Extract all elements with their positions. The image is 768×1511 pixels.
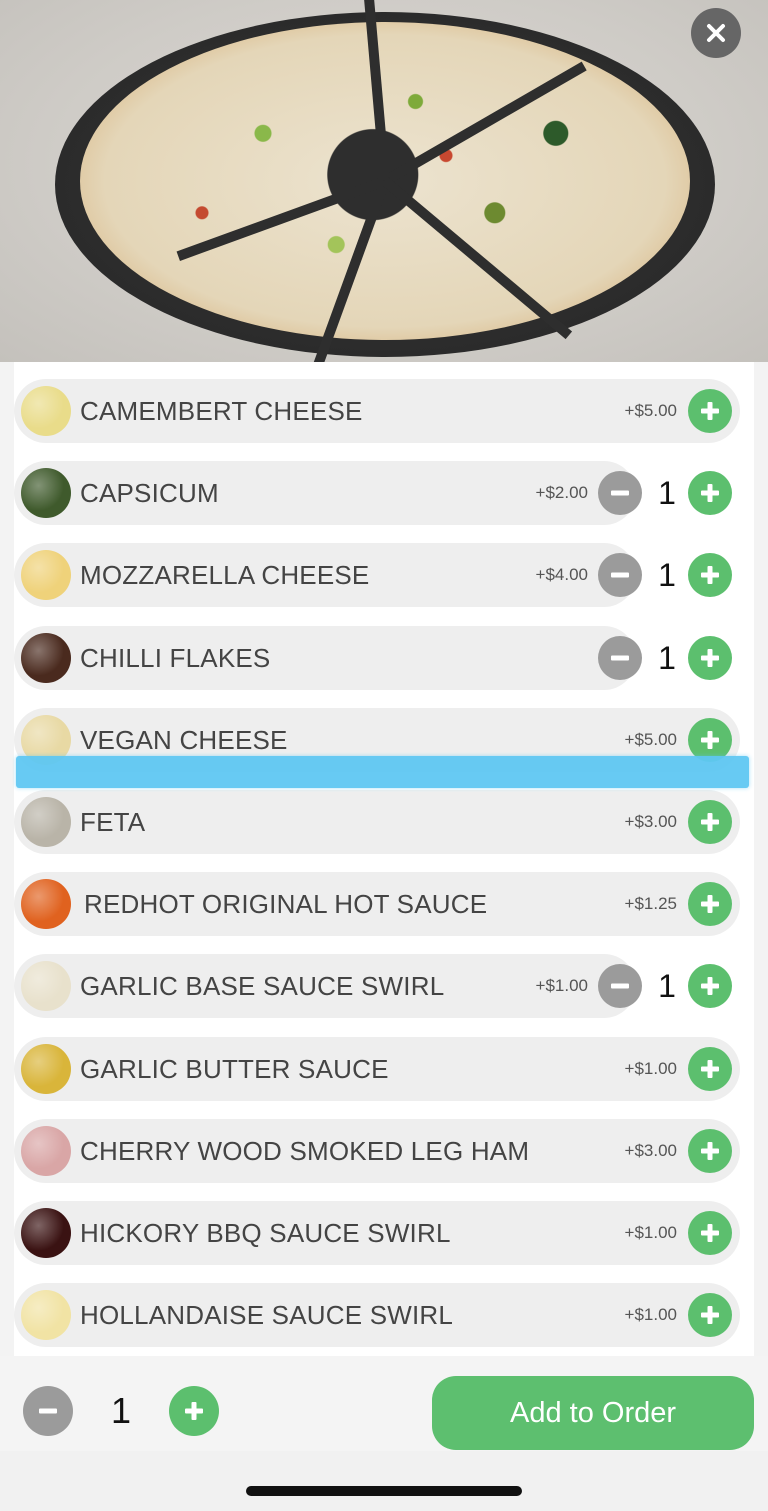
product-image bbox=[0, 0, 768, 362]
add-extra-button[interactable] bbox=[688, 636, 732, 680]
extra-item-thumbnail bbox=[21, 1126, 71, 1176]
extra-item-quantity: 1 bbox=[658, 968, 676, 1004]
extra-item-quantity: 1 bbox=[658, 640, 676, 676]
extra-item-name: CAPSICUM bbox=[80, 478, 219, 508]
plus-icon bbox=[701, 1306, 719, 1324]
extra-item-name: FETA bbox=[80, 807, 146, 837]
extra-item-thumbnail bbox=[21, 1044, 71, 1094]
extra-item-name: CAMEMBERT CHEESE bbox=[80, 396, 363, 426]
extra-item-price: +$1.00 bbox=[624, 1305, 677, 1324]
home-indicator-area bbox=[0, 1451, 768, 1511]
extra-item-name: HICKORY BBQ SAUCE SWIRL bbox=[80, 1218, 451, 1248]
plus-icon bbox=[701, 1142, 719, 1160]
add-extra-button[interactable] bbox=[688, 1047, 732, 1091]
minus-icon bbox=[611, 655, 629, 661]
extra-item-thumbnail bbox=[21, 961, 71, 1011]
extra-item-row: GARLIC BUTTER SAUCE +$1.00 bbox=[14, 1037, 740, 1101]
minus-icon bbox=[611, 490, 629, 496]
plus-icon bbox=[701, 566, 719, 584]
extra-item-name: GARLIC BASE SAUCE SWIRL bbox=[80, 971, 445, 1001]
extra-item-thumbnail bbox=[21, 1208, 71, 1258]
plus-icon bbox=[701, 813, 719, 831]
plus-icon bbox=[701, 895, 719, 913]
extra-item-price: +$1.00 bbox=[624, 1223, 677, 1242]
extra-item-thumbnail bbox=[21, 879, 71, 929]
extra-item-name: CHERRY WOOD SMOKED LEG HAM bbox=[80, 1136, 530, 1166]
extra-item-name: CHILLI FLAKES bbox=[80, 643, 271, 673]
plus-icon bbox=[701, 1060, 719, 1078]
extra-item-row: CHERRY WOOD SMOKED LEG HAM +$3.00 bbox=[14, 1119, 740, 1183]
close-button[interactable] bbox=[691, 8, 741, 58]
plus-icon bbox=[701, 1224, 719, 1242]
add-extra-button[interactable] bbox=[688, 389, 732, 433]
remove-extra-button[interactable] bbox=[598, 636, 642, 680]
product-customize-screen: CAMEMBERT CHEESE +$5.00 CAPSICUM +$2.00 … bbox=[0, 0, 768, 1511]
extra-item-price: +$1.00 bbox=[535, 976, 588, 995]
order-footer: 1 Add to Order bbox=[0, 1356, 768, 1451]
extra-item-thumbnail bbox=[21, 468, 71, 518]
add-extra-button[interactable] bbox=[688, 800, 732, 844]
minus-icon bbox=[611, 572, 629, 578]
minus-icon bbox=[611, 983, 629, 989]
close-icon bbox=[707, 24, 725, 42]
remove-extra-button[interactable] bbox=[598, 471, 642, 515]
extra-item-row: HICKORY BBQ SAUCE SWIRL +$1.00 bbox=[14, 1201, 740, 1265]
minus-icon bbox=[39, 1408, 57, 1414]
add-to-order-button[interactable]: Add to Order bbox=[432, 1376, 754, 1450]
plus-icon bbox=[701, 484, 719, 502]
home-indicator bbox=[246, 1486, 522, 1496]
extra-item-row: CAPSICUM +$2.00 1 bbox=[14, 461, 740, 525]
quantity-increase-button[interactable] bbox=[169, 1386, 219, 1436]
extra-item-row: HOLLANDAISE SAUCE SWIRL +$1.00 bbox=[14, 1283, 740, 1347]
plus-icon bbox=[185, 1402, 203, 1420]
remove-extra-button[interactable] bbox=[598, 553, 642, 597]
extra-item-row: FETA +$3.00 bbox=[14, 790, 740, 854]
add-extra-button[interactable] bbox=[688, 1211, 732, 1255]
extra-item-row: CAMEMBERT CHEESE +$5.00 bbox=[14, 379, 740, 443]
add-extra-button[interactable] bbox=[688, 471, 732, 515]
plus-icon bbox=[701, 731, 719, 749]
add-extra-button[interactable] bbox=[688, 882, 732, 926]
extra-item-price: +$3.00 bbox=[624, 812, 677, 831]
add-extra-button[interactable] bbox=[688, 1129, 732, 1173]
extra-item-row: MOZZARELLA CHEESE +$4.00 1 bbox=[14, 543, 740, 607]
extra-item-quantity: 1 bbox=[658, 475, 676, 511]
add-extra-button[interactable] bbox=[688, 1293, 732, 1337]
extra-item-thumbnail bbox=[21, 550, 71, 600]
order-quantity: 1 bbox=[110, 1390, 132, 1431]
extra-item-price: +$2.00 bbox=[535, 483, 588, 502]
extra-item-thumbnail bbox=[21, 1290, 71, 1340]
remove-extra-button[interactable] bbox=[598, 964, 642, 1008]
extra-item-name: GARLIC BUTTER SAUCE bbox=[80, 1054, 389, 1084]
extra-item-price: +$3.00 bbox=[624, 1141, 677, 1160]
extra-item-name: REDHOT ORIGINAL HOT SAUCE bbox=[84, 889, 488, 919]
extra-item-quantity: 1 bbox=[658, 557, 676, 593]
drag-drop-indicator bbox=[16, 756, 749, 788]
extra-item-thumbnail bbox=[21, 797, 71, 847]
extra-item-row: GARLIC BASE SAUCE SWIRL +$1.00 1 bbox=[14, 954, 740, 1018]
extra-item-price: +$1.00 bbox=[624, 1059, 677, 1078]
extra-item-thumbnail bbox=[21, 633, 71, 683]
extra-item-price: +$4.00 bbox=[535, 565, 588, 584]
plus-icon bbox=[701, 977, 719, 995]
extra-item-price: +$1.25 bbox=[624, 894, 677, 913]
extra-item-price: +$5.00 bbox=[624, 401, 677, 420]
add-extra-button[interactable] bbox=[688, 553, 732, 597]
extra-item-row: REDHOT ORIGINAL HOT SAUCE +$1.25 bbox=[14, 872, 740, 936]
plus-icon bbox=[701, 402, 719, 420]
quantity-decrease-button[interactable] bbox=[23, 1386, 73, 1436]
plus-icon bbox=[701, 649, 719, 667]
extra-item-row: CHILLI FLAKES 1 bbox=[14, 626, 740, 690]
extra-item-thumbnail bbox=[21, 386, 71, 436]
extra-item-name: MOZZARELLA CHEESE bbox=[80, 560, 370, 590]
extra-item-name: HOLLANDAISE SAUCE SWIRL bbox=[80, 1300, 454, 1330]
add-extra-button[interactable] bbox=[688, 964, 732, 1008]
